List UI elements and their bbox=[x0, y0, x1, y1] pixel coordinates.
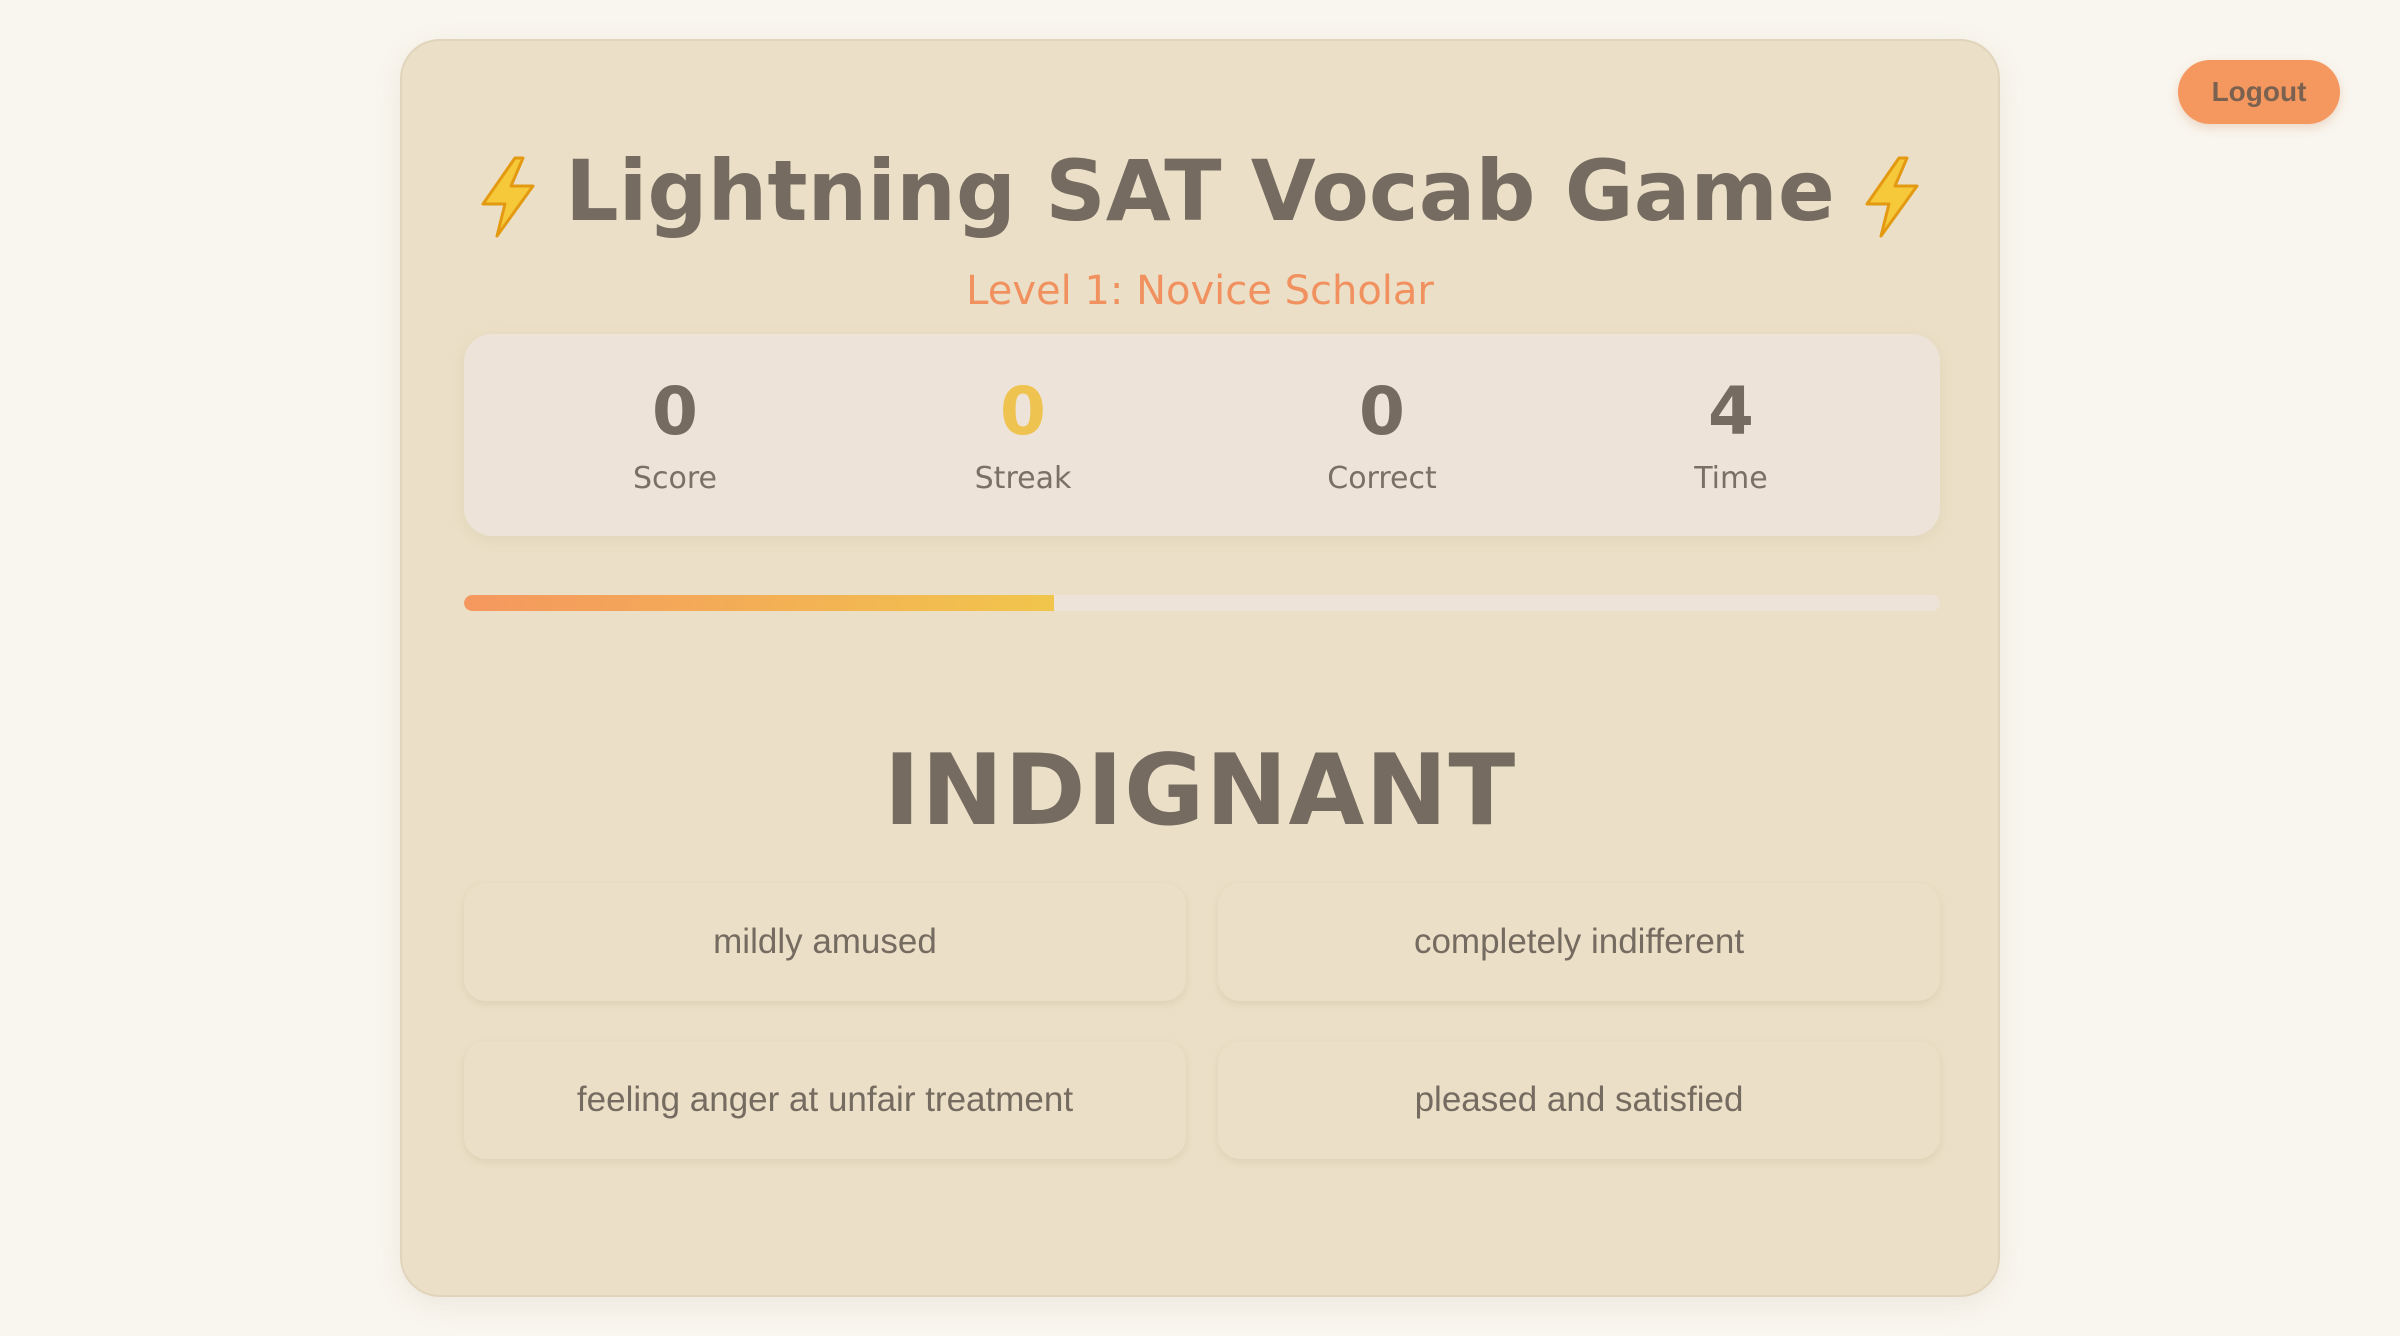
logout-button[interactable]: Logout bbox=[2178, 60, 2340, 124]
answer-option[interactable]: feeling anger at unfair treatment bbox=[464, 1041, 1186, 1159]
answer-option[interactable]: mildly amused bbox=[464, 883, 1186, 1001]
answer-option[interactable]: pleased and satisfied bbox=[1218, 1041, 1940, 1159]
answer-option[interactable]: completely indifferent bbox=[1218, 883, 1940, 1001]
game-card: Lightning SAT Vocab Game Level 1: Novice… bbox=[400, 39, 2000, 1297]
timer-progress-bar bbox=[464, 595, 1940, 611]
stats-panel: 0 Score 0 Streak 0 Correct 4 Time bbox=[464, 334, 1940, 536]
lightning-bolt-icon bbox=[477, 156, 539, 238]
level-label: Level 1: Novice Scholar bbox=[966, 268, 1434, 314]
game-title: Lightning SAT Vocab Game bbox=[402, 141, 1998, 241]
lightning-bolt-icon bbox=[1861, 156, 1923, 238]
correct-value: 0 bbox=[1359, 373, 1405, 450]
score-label: Score bbox=[632, 461, 718, 496]
vocab-word: INDIGNANT bbox=[883, 734, 1517, 848]
streak-label: Streak bbox=[974, 461, 1072, 496]
streak-value: 0 bbox=[1000, 373, 1046, 450]
time-value: 4 bbox=[1708, 373, 1754, 450]
game-title-text: Lightning SAT Vocab Game bbox=[565, 142, 1835, 240]
timer-progress-fill bbox=[464, 595, 1055, 611]
correct-label: Correct bbox=[1327, 461, 1437, 496]
time-label: Time bbox=[1694, 461, 1768, 496]
score-value: 0 bbox=[652, 373, 698, 450]
